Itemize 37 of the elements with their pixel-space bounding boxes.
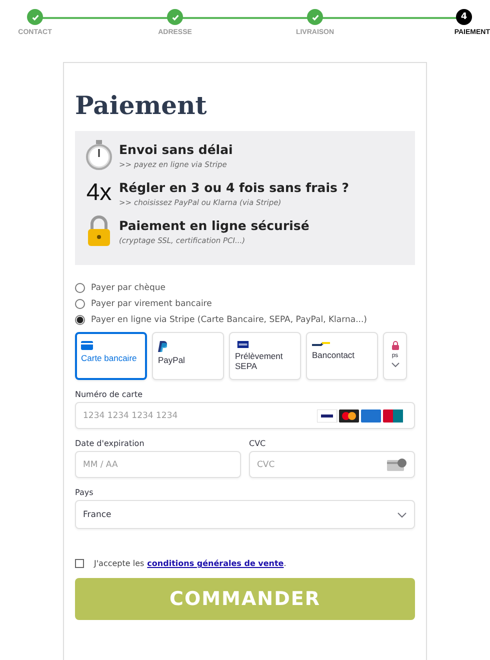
card-back-icon xyxy=(387,458,407,472)
terms-text: J'accepte les xyxy=(94,559,144,568)
payment-tab[interactable]: Carte bancaire xyxy=(75,332,147,380)
paypal-icon xyxy=(158,341,167,352)
step-number: 4 xyxy=(456,9,472,25)
radio-button[interactable] xyxy=(75,299,85,309)
payment-method-label: Payer en ligne via Stripe (Carte Bancaire, SEPA, PayPal, Klarna...) xyxy=(91,315,367,325)
payment-tab[interactable]: PayPal xyxy=(152,332,224,380)
sepa-icon xyxy=(235,341,251,348)
country-select[interactable]: France xyxy=(75,500,415,529)
installments-label: 4x xyxy=(86,179,112,207)
chevron-down-icon xyxy=(390,362,400,368)
field-label: Numéro de carte xyxy=(75,390,144,399)
field-label: CVC xyxy=(249,439,267,448)
payment-method-label: Payer par chèque xyxy=(91,283,166,293)
radio-button[interactable] xyxy=(75,315,85,325)
benefit-title: Paiement en ligne sécurisé xyxy=(119,218,310,232)
radio-button[interactable] xyxy=(75,283,85,293)
benefit-title: Régler en 3 ou 4 fois sans frais ? xyxy=(119,180,350,194)
field-label: Date d'expiration xyxy=(75,439,146,448)
chevron-down-icon xyxy=(397,512,407,518)
payment-tab[interactable]: Prélèvement SEPA xyxy=(229,332,301,380)
lock-icon xyxy=(392,341,398,350)
stopwatch-icon xyxy=(84,139,114,171)
benefit-title: Envoi sans délai xyxy=(119,142,233,156)
period-text: . xyxy=(284,559,286,568)
bancontact-icon xyxy=(312,341,330,347)
field-label: Pays xyxy=(75,488,94,497)
page-title: Paiement xyxy=(75,91,208,120)
padlock-icon xyxy=(86,215,112,247)
card-icon xyxy=(81,341,93,350)
payment-tab[interactable]: Bancontact xyxy=(306,332,378,380)
cvc-field[interactable]: CVC xyxy=(249,451,415,478)
payment-method-label: Payer par virement bancaire xyxy=(91,299,212,309)
checkbox[interactable] xyxy=(75,559,84,568)
terms-link[interactable]: conditions générales de vente xyxy=(147,559,284,568)
expiry-field[interactable]: MM / AA xyxy=(75,451,241,478)
